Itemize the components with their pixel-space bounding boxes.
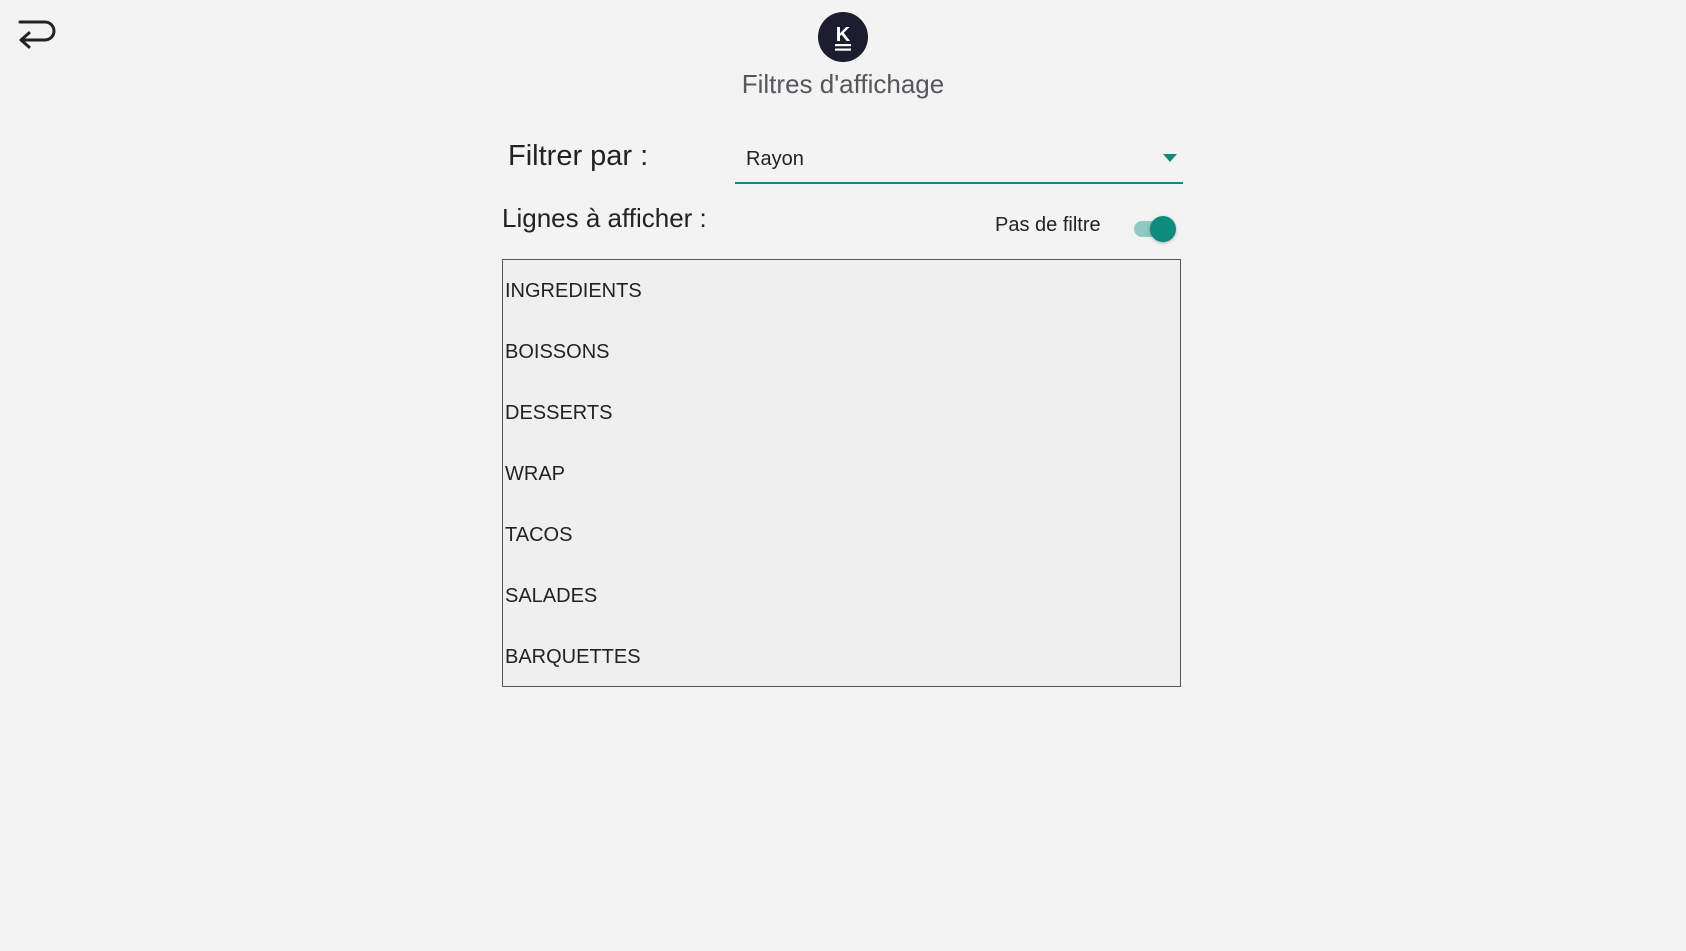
list-item[interactable]: BARQUETTES <box>503 627 1180 688</box>
app-logo: K <box>818 12 868 62</box>
list-item[interactable]: WRAP <box>503 444 1180 505</box>
return-arrow-icon <box>18 20 56 49</box>
list-item[interactable]: TACOS <box>503 505 1180 566</box>
lines-to-display-label: Lignes à afficher : <box>502 203 707 233</box>
filter-by-dropdown[interactable]: Rayon <box>735 140 1183 184</box>
svg-text:K: K <box>836 24 851 46</box>
dropdown-arrow-icon <box>1163 154 1177 162</box>
lines-list: INGREDIENTS BOISSONS DESSERTS WRAP TACOS… <box>502 259 1181 687</box>
toggle-thumb <box>1150 216 1176 242</box>
filter-by-selected-value: Rayon <box>746 148 804 170</box>
no-filter-toggle[interactable] <box>1132 214 1178 242</box>
back-button[interactable] <box>12 12 56 56</box>
list-item[interactable]: DESSERTS <box>503 383 1180 444</box>
page-title: Filtres d'affichage <box>741 69 945 99</box>
display-filters-screen: K Filtres d'affichage Filtrer par : Rayo… <box>0 0 1686 951</box>
list-item[interactable]: SALADES <box>503 566 1180 627</box>
list-item[interactable]: BOISSONS <box>503 322 1180 383</box>
filter-by-label: Filtrer par : <box>508 140 649 172</box>
list-item[interactable]: INGREDIENTS <box>503 261 1180 322</box>
no-filter-label: Pas de filtre <box>995 214 1101 236</box>
k-logo-icon: K <box>835 24 851 51</box>
